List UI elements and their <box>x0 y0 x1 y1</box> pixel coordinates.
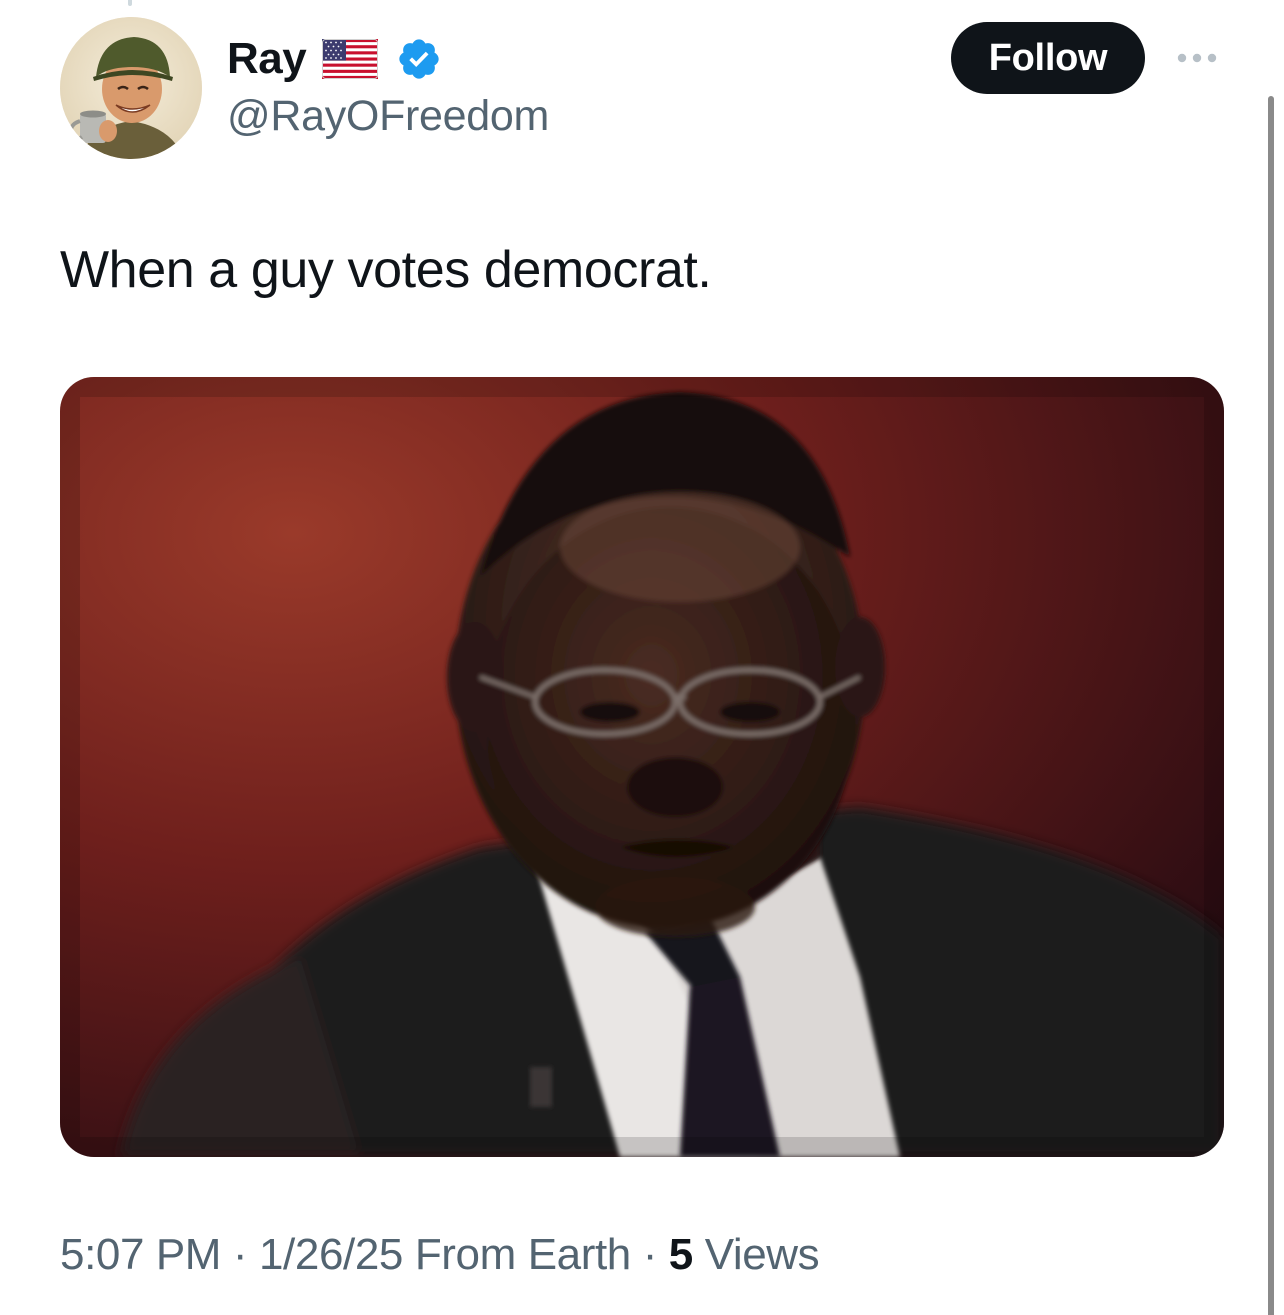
author-name-row[interactable]: Ray <box>227 30 442 88</box>
scrollbar[interactable] <box>1268 96 1274 1315</box>
views-label[interactable]: Views <box>705 1230 820 1279</box>
more-options-icon[interactable] <box>1174 46 1220 70</box>
tweet-date[interactable]: 1/26/25 <box>259 1230 403 1279</box>
avatar-soldier-image <box>60 17 202 159</box>
follow-button[interactable]: Follow <box>951 22 1145 94</box>
tweet-source: From Earth <box>414 1230 631 1279</box>
meta-separator-2: · <box>642 1230 658 1279</box>
verified-badge-icon[interactable] <box>396 36 442 82</box>
us-flag-icon <box>322 39 379 79</box>
tweet-media-image[interactable] <box>60 377 1224 1157</box>
thread-connector-line <box>128 0 132 6</box>
author-display-name[interactable]: Ray <box>227 34 307 84</box>
avatar[interactable] <box>60 17 202 159</box>
tweet-text: When a guy votes democrat. <box>60 241 712 299</box>
tweet-meta-row: 5:07 PM · 1/26/25 From Earth · 5 Views <box>60 1230 820 1280</box>
tweet-time[interactable]: 5:07 PM <box>60 1230 221 1279</box>
meta-separator: · <box>232 1230 248 1279</box>
tweet-page: Ray @RayOFreedom Follow When a guy votes… <box>0 0 1284 1315</box>
views-count[interactable]: 5 <box>669 1230 693 1279</box>
man-in-suit-photo <box>60 377 1224 1157</box>
author-handle[interactable]: @RayOFreedom <box>227 92 549 141</box>
